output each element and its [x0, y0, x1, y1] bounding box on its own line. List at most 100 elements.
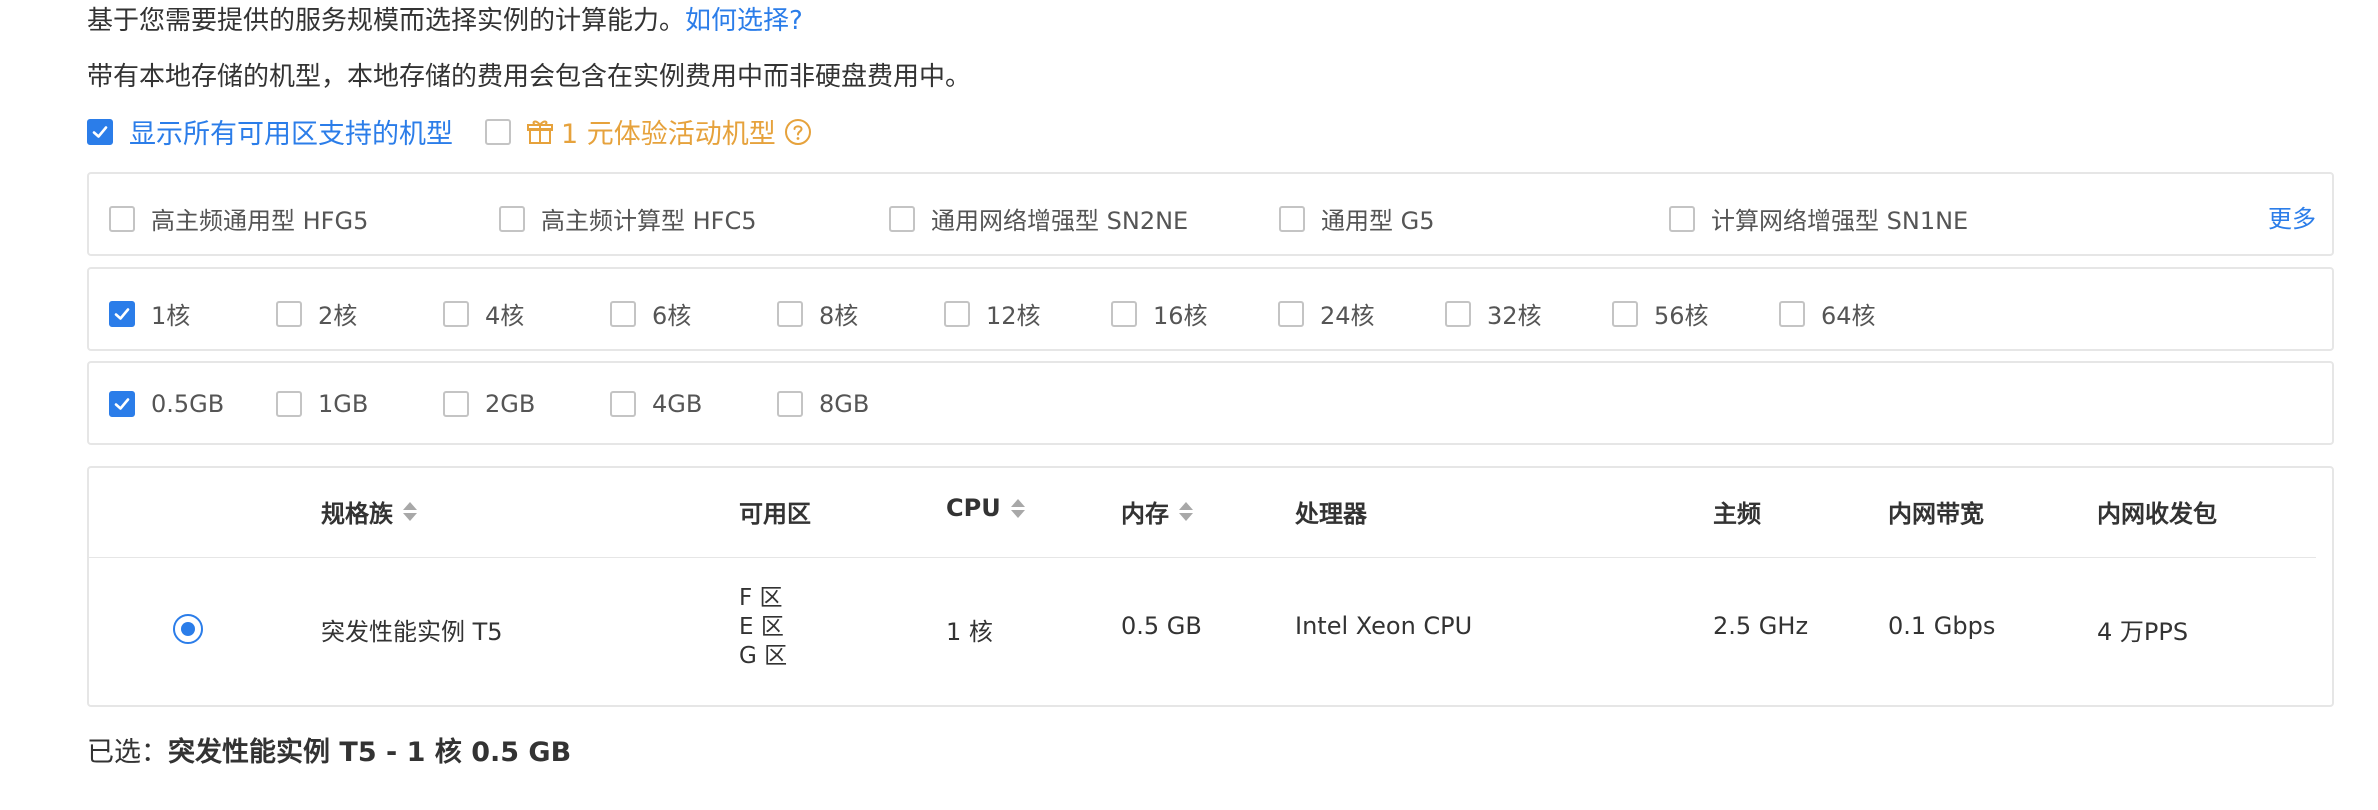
how-to-choose-link[interactable]: 如何选择?	[685, 6, 803, 36]
cell-memory: 0.5 GB	[1121, 612, 1202, 640]
cpu-option-8[interactable]: 8核	[777, 296, 858, 331]
column-header-pps: 内网收发包	[2097, 494, 2217, 529]
cpu-checkbox[interactable]	[276, 300, 302, 327]
family-label: 通用型 G5	[1321, 207, 1435, 235]
compute-capacity-hint: 基于您需要提供的服务规模而选择实例的计算能力。如何选择?	[87, 0, 803, 37]
sort-icon[interactable]	[403, 502, 417, 521]
memory-label: 2GB	[485, 390, 536, 418]
trial-instances-option[interactable]: 1 元体验活动机型	[485, 112, 812, 151]
cpu-label: 4核	[485, 302, 525, 330]
show-all-zones-checkbox[interactable]	[87, 118, 113, 145]
more-families-link[interactable]: 更多	[2268, 199, 2316, 234]
family-label: 高主频计算型 HFC5	[541, 207, 757, 235]
check-icon	[114, 398, 130, 410]
cell-family: 突发性能实例 T5	[321, 618, 503, 646]
zone-item: F 区	[739, 585, 783, 611]
family-label: 通用网络增强型 SN2NE	[931, 207, 1189, 235]
show-all-zones-label: 显示所有可用区支持的机型	[129, 119, 453, 150]
memory-option-8gb[interactable]: 8GB	[777, 390, 869, 418]
column-header-label: 规格族	[321, 500, 393, 528]
cpu-checkbox[interactable]	[1111, 300, 1137, 327]
cpu-label: 16核	[1153, 302, 1208, 330]
cpu-checkbox[interactable]	[777, 300, 803, 327]
family-option-hfc5[interactable]: 高主频计算型 HFC5	[499, 201, 757, 236]
cpu-label: 24核	[1320, 302, 1375, 330]
cpu-option-16[interactable]: 16核	[1111, 296, 1208, 331]
column-header-memory[interactable]: 内存	[1121, 494, 1193, 529]
column-header-bandwidth: 内网带宽	[1888, 494, 1984, 529]
check-icon	[114, 307, 130, 320]
cpu-checkbox[interactable]	[610, 300, 636, 327]
cpu-option-32[interactable]: 32核	[1445, 296, 1542, 331]
family-label: 计算网络增强型 SN1NE	[1711, 207, 1969, 235]
family-option-sn2ne[interactable]: 通用网络增强型 SN2NE	[889, 201, 1188, 236]
cpu-checkbox[interactable]	[1612, 300, 1638, 327]
memory-checkbox[interactable]	[276, 391, 302, 417]
cpu-checkbox[interactable]	[1779, 300, 1805, 327]
sort-icon[interactable]	[1010, 498, 1025, 518]
instance-type-table: 规格族 可用区 CPU 内存 处理器 主频 内网带宽 内网收发包 突发性能实例 …	[87, 466, 2334, 707]
family-option-hfg5[interactable]: 高主频通用型 HFG5	[109, 201, 368, 236]
cpu-label: 64核	[1821, 302, 1876, 330]
cpu-cores-filter: 1核 2核 4核 6核 8核 12核 16核 24核 32核 56核 64核	[87, 267, 2334, 351]
column-header-processor: 处理器	[1295, 494, 1367, 529]
cpu-checkbox[interactable]	[1445, 300, 1471, 327]
column-header-family[interactable]: 规格族	[321, 494, 417, 529]
cell-zones: F 区 E 区 G 区	[739, 584, 787, 671]
sort-icon[interactable]	[1179, 502, 1193, 521]
compute-capacity-text: 基于您需要提供的服务规模而选择实例的计算能力。	[87, 6, 686, 36]
instance-type-selector: 基于您需要提供的服务规模而选择实例的计算能力。如何选择? 带有本地存储的机型，本…	[0, 0, 2378, 810]
memory-checkbox[interactable]	[610, 391, 636, 417]
cpu-label: 1核	[151, 302, 191, 330]
zone-item: G 区	[739, 643, 788, 669]
cpu-option-1[interactable]: 1核	[109, 296, 190, 331]
column-header-cpu[interactable]: CPU	[946, 494, 1025, 522]
cpu-option-24[interactable]: 24核	[1278, 296, 1375, 331]
column-header-zone: 可用区	[739, 494, 811, 529]
trial-instances-checkbox[interactable]	[485, 118, 511, 145]
gift-icon	[527, 120, 553, 144]
selection-value: 突发性能实例 T5 - 1 核 0.5 GB	[168, 737, 572, 768]
memory-checkbox[interactable]	[777, 391, 803, 417]
cpu-option-4[interactable]: 4核	[443, 296, 524, 331]
header-divider	[89, 557, 2316, 558]
cell-cpu: 1 核	[946, 618, 993, 646]
row-select-radio[interactable]	[173, 614, 203, 644]
cpu-checkbox[interactable]	[944, 300, 970, 327]
memory-checkbox[interactable]	[443, 391, 469, 417]
filter-options: 显示所有可用区支持的机型 1 元体验活动机型	[87, 112, 812, 151]
cpu-label: 12核	[986, 302, 1041, 330]
help-circle-icon[interactable]	[784, 118, 812, 146]
family-checkbox[interactable]	[889, 205, 915, 232]
cpu-option-12[interactable]: 12核	[944, 296, 1041, 331]
memory-label: 1GB	[318, 390, 369, 418]
column-header-label: 内存	[1121, 500, 1169, 528]
memory-option-1gb[interactable]: 1GB	[276, 390, 368, 418]
check-icon	[92, 125, 108, 138]
memory-option-2gb[interactable]: 2GB	[443, 390, 535, 418]
memory-checkbox[interactable]	[109, 391, 135, 417]
family-checkbox[interactable]	[499, 205, 525, 232]
family-option-g5[interactable]: 通用型 G5	[1279, 201, 1435, 236]
cpu-option-64[interactable]: 64核	[1779, 296, 1876, 331]
family-checkbox[interactable]	[1669, 205, 1695, 232]
memory-label: 0.5GB	[151, 390, 225, 418]
cpu-option-6[interactable]: 6核	[610, 296, 691, 331]
show-all-zones-option[interactable]: 显示所有可用区支持的机型	[87, 112, 453, 151]
memory-option-0-5gb[interactable]: 0.5GB	[109, 390, 224, 418]
cell-pps: 4 万PPS	[2097, 618, 2189, 646]
memory-label: 4GB	[652, 390, 703, 418]
family-checkbox[interactable]	[109, 205, 135, 232]
cpu-checkbox[interactable]	[1278, 300, 1304, 327]
family-option-sn1ne[interactable]: 计算网络增强型 SN1NE	[1669, 201, 1968, 236]
cpu-option-2[interactable]: 2核	[276, 296, 357, 331]
cpu-option-56[interactable]: 56核	[1612, 296, 1709, 331]
column-header-label: 主频	[1713, 500, 1761, 528]
column-header-frequency: 主频	[1713, 494, 1761, 529]
memory-size-filter: 0.5GB 1GB 2GB 4GB 8GB	[87, 361, 2334, 445]
radio-selected-dot	[181, 622, 195, 636]
cpu-checkbox[interactable]	[109, 300, 135, 327]
family-checkbox[interactable]	[1279, 205, 1305, 232]
memory-option-4gb[interactable]: 4GB	[610, 390, 702, 418]
cpu-checkbox[interactable]	[443, 300, 469, 327]
